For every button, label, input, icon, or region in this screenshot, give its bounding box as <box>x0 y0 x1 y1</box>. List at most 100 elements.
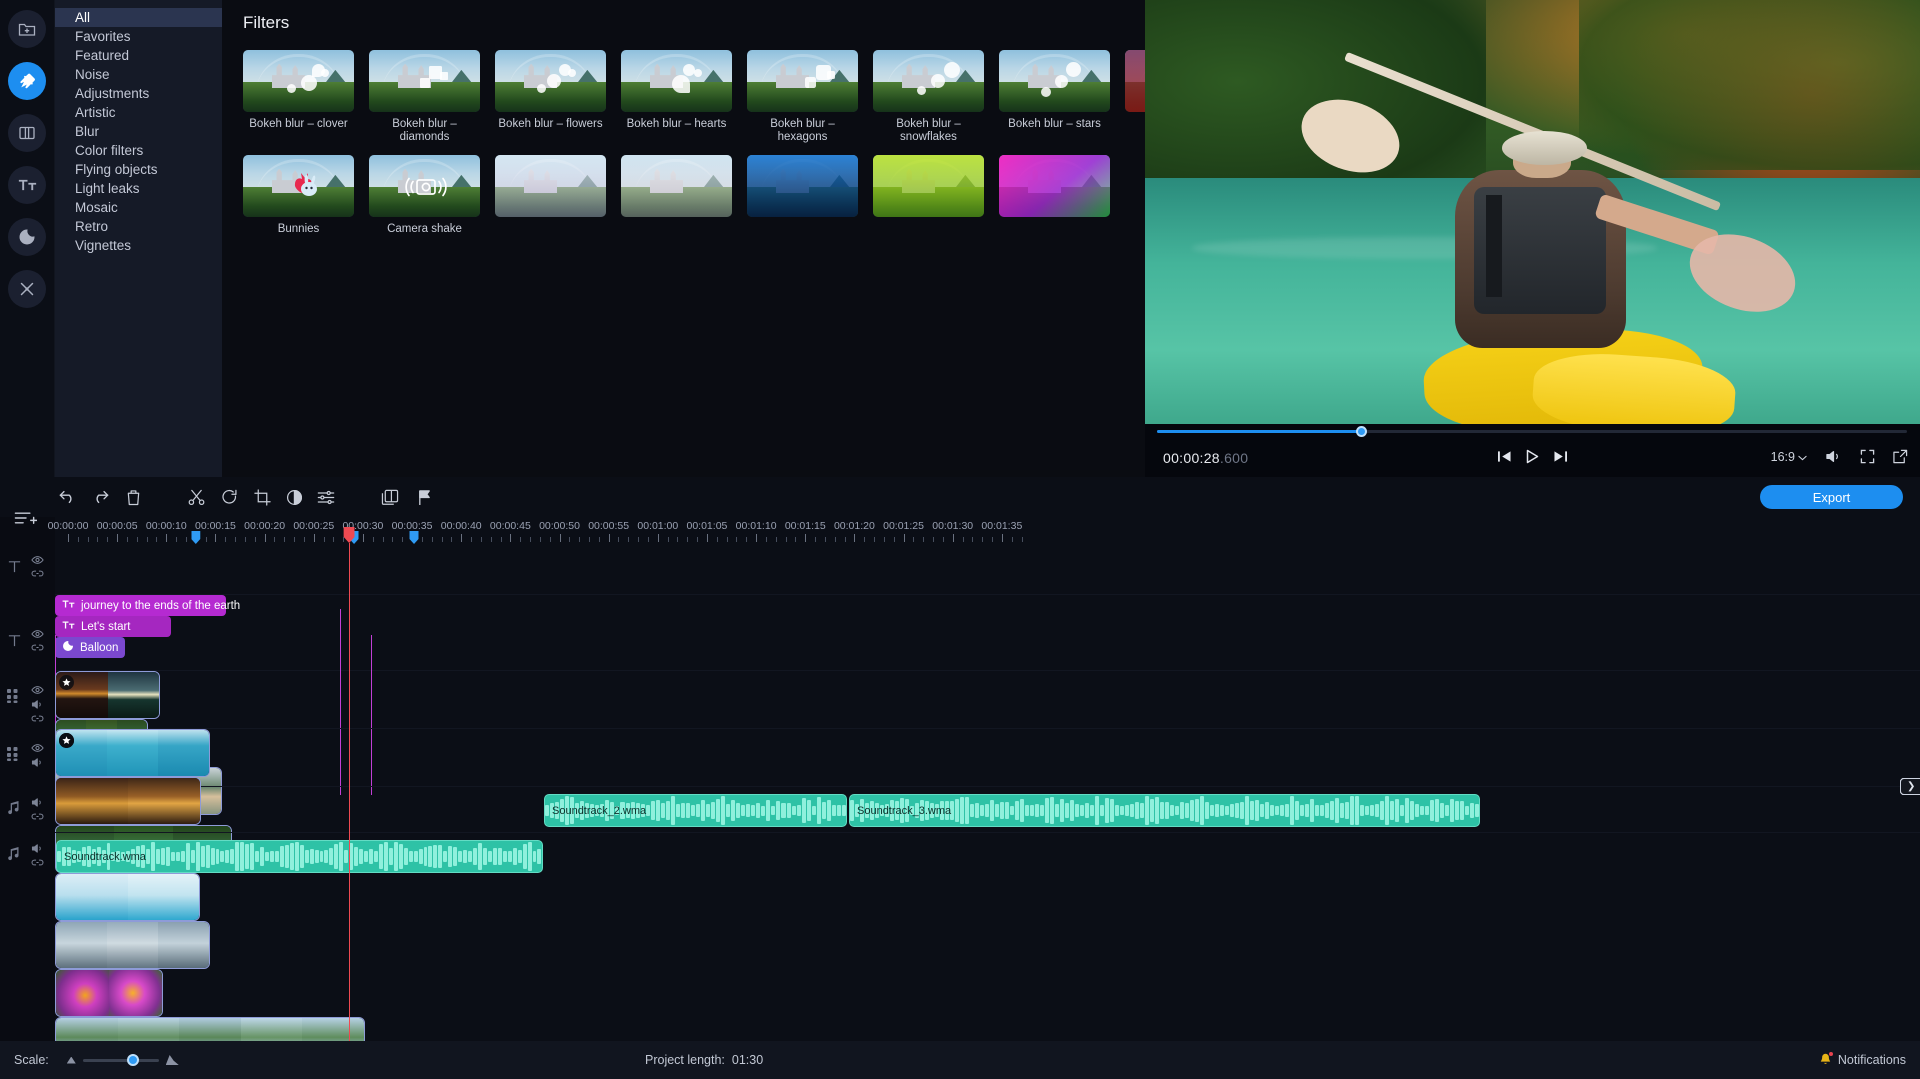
speaker-icon[interactable] <box>31 797 44 808</box>
next-frame-button[interactable] <box>1553 449 1568 464</box>
filter-item[interactable] <box>495 155 606 236</box>
filter-item[interactable] <box>999 155 1110 236</box>
filter-item[interactable]: Bokeh blur – flowers <box>495 50 606 144</box>
filter-item[interactable]: Bokeh blur – snowflakes <box>873 50 984 144</box>
player-progress-handle[interactable] <box>1356 426 1367 437</box>
audio-clip-soundtrack-2[interactable]: Soundtrack_2.wma <box>544 794 847 827</box>
category-item-favorites[interactable]: Favorites <box>55 27 222 46</box>
titles-icon[interactable] <box>8 166 46 204</box>
filter-item[interactable] <box>621 155 732 236</box>
transitions-icon[interactable] <box>8 114 46 152</box>
zoom-out-icon[interactable] <box>67 1057 76 1064</box>
video-clip-flower[interactable]: ❯ <box>55 969 163 1017</box>
filters-icon[interactable] <box>8 62 46 100</box>
scale-control[interactable] <box>67 1055 179 1065</box>
track-header-main-video-track[interactable] <box>0 729 55 787</box>
link-icon[interactable] <box>31 643 44 652</box>
eye-icon[interactable] <box>31 629 44 639</box>
waveform-bar <box>275 851 279 862</box>
category-item-vignettes[interactable]: Vignettes <box>55 236 222 255</box>
eye-icon[interactable] <box>31 685 44 695</box>
filter-item[interactable]: Bokeh blur – hearts <box>621 50 732 144</box>
filter-item[interactable]: Bokeh blur – clover <box>243 50 354 144</box>
audio-clip-soundtrack-3[interactable]: Soundtrack_3.wma <box>849 794 1480 827</box>
category-item-noise[interactable]: Noise <box>55 65 222 84</box>
waveform-bar <box>1460 801 1464 819</box>
filter-item[interactable]: Bokeh blur – hexagons <box>747 50 858 144</box>
delete-button[interactable] <box>121 485 145 509</box>
undo-button[interactable] <box>56 485 80 509</box>
video-clip-sea[interactable]: ❯ <box>55 729 210 777</box>
speaker-icon[interactable] <box>31 757 44 768</box>
color-adjust-button[interactable] <box>282 485 306 509</box>
split-button[interactable] <box>184 485 208 509</box>
notifications-button[interactable]: Notifications <box>1819 1053 1906 1067</box>
zoom-in-icon[interactable] <box>166 1055 179 1065</box>
scale-slider[interactable] <box>83 1059 159 1062</box>
main-video-track[interactable]: ❯ ❯ <box>55 729 1920 787</box>
stickers-icon[interactable] <box>8 218 46 256</box>
category-item-artistic[interactable]: Artistic <box>55 103 222 122</box>
speaker-icon[interactable] <box>31 843 44 854</box>
category-item-retro[interactable]: Retro <box>55 217 222 236</box>
track-header-overlay-video-track[interactable] <box>0 671 55 729</box>
title-clip-lets-start[interactable]: Let's start <box>55 616 171 637</box>
video-clip-clouds[interactable]: ❯ <box>55 921 210 969</box>
clip-properties-button[interactable] <box>314 485 338 509</box>
montage-wizard-button[interactable] <box>378 485 402 509</box>
filter-item[interactable] <box>873 155 984 236</box>
timeline-ruler[interactable]: 00:00:0000:00:0500:00:1000:00:1500:00:20… <box>55 517 1920 547</box>
category-item-mosaic[interactable]: Mosaic <box>55 198 222 217</box>
more-tools-icon[interactable] <box>8 270 46 308</box>
export-button[interactable]: Export <box>1760 485 1903 509</box>
import-icon[interactable] <box>8 10 46 48</box>
category-item-color-filters[interactable]: Color filters <box>55 141 222 160</box>
filter-item[interactable]: Bokeh blur – stars <box>999 50 1110 144</box>
scale-slider-handle[interactable] <box>127 1054 139 1066</box>
category-item-featured[interactable]: Featured <box>55 46 222 65</box>
link-icon[interactable] <box>31 858 44 867</box>
play-button[interactable] <box>1525 449 1540 464</box>
audio-clip-soundtrack[interactable]: Soundtrack.wma <box>56 840 543 873</box>
category-item-light-leaks[interactable]: Light leaks <box>55 179 222 198</box>
crop-button[interactable] <box>250 485 274 509</box>
speaker-icon[interactable] <box>31 699 44 710</box>
video-clip-surf[interactable]: ❯ <box>55 873 200 921</box>
audio-track-1[interactable]: Soundtrack_2.wma Soundtrack_3.wma <box>55 787 1920 833</box>
title-track-1[interactable] <box>55 547 1920 595</box>
filter-item[interactable] <box>747 155 858 236</box>
player-progress-bar[interactable] <box>1157 430 1907 433</box>
add-track-button[interactable] <box>14 509 40 533</box>
category-item-adjustments[interactable]: Adjustments <box>55 84 222 103</box>
volume-icon[interactable] <box>1825 449 1842 464</box>
aspect-ratio-select[interactable]: 16:9 <box>1771 450 1807 464</box>
waveform-bar <box>344 850 348 863</box>
add-marker-button[interactable] <box>412 485 436 509</box>
sticker-clip-balloon[interactable]: Balloon <box>55 637 125 658</box>
redo-button[interactable] <box>88 485 112 509</box>
prev-frame-button[interactable] <box>1497 449 1512 464</box>
fullscreen-icon[interactable] <box>1860 449 1875 464</box>
link-icon[interactable] <box>31 569 44 578</box>
rotate-button[interactable] <box>217 485 241 509</box>
track-header-audio-track-2[interactable] <box>0 833 55 879</box>
eye-icon[interactable] <box>31 743 44 753</box>
title-track-2[interactable]: journey to the ends of the earth Let's s… <box>55 595 1920 671</box>
title-clip-journey[interactable]: journey to the ends of the earth <box>55 595 226 616</box>
video-preview[interactable] <box>1145 0 1920 424</box>
link-icon[interactable] <box>31 714 44 723</box>
category-item-flying-objects[interactable]: Flying objects <box>55 160 222 179</box>
overlay-video-track[interactable] <box>55 671 1920 729</box>
filter-item[interactable]: Bokeh blur – diamonds <box>369 50 480 144</box>
category-item-all[interactable]: All <box>55 8 222 27</box>
eye-icon[interactable] <box>31 555 44 565</box>
track-header-title-track-2[interactable] <box>0 595 55 671</box>
detach-window-icon[interactable] <box>1893 449 1908 464</box>
audio-track-2[interactable]: Soundtrack.wma <box>55 833 1920 879</box>
track-header-audio-track-1[interactable] <box>0 787 55 833</box>
filter-item[interactable]: Bunnies <box>243 155 354 236</box>
link-icon[interactable] <box>31 812 44 821</box>
category-item-blur[interactable]: Blur <box>55 122 222 141</box>
track-header-title-track-1[interactable] <box>0 547 55 595</box>
filter-item[interactable]: Camera shake <box>369 155 480 236</box>
